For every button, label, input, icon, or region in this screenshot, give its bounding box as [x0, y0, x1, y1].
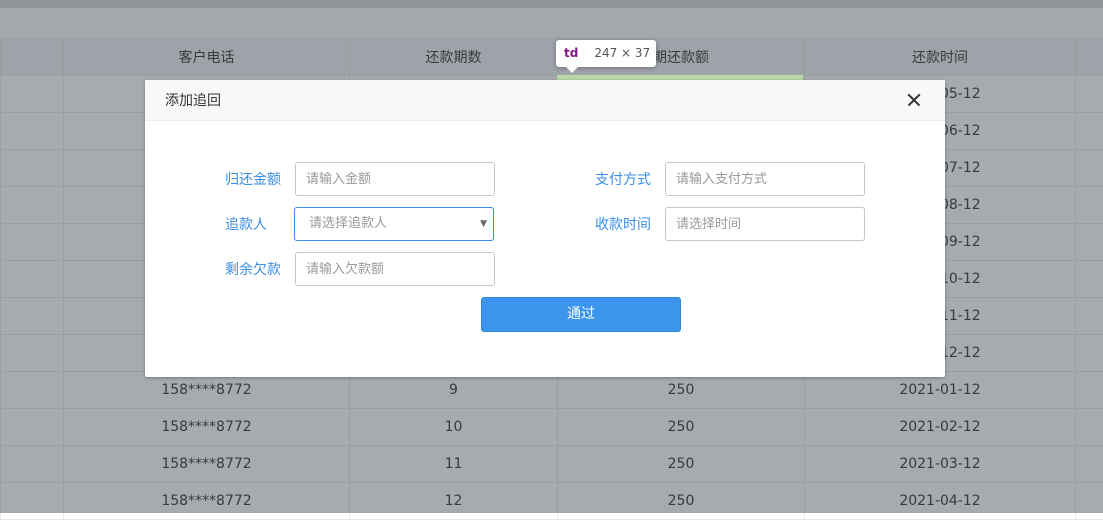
- inspector-tooltip: td 247 × 37: [556, 40, 656, 67]
- receipt-time-label: 收款时间: [595, 208, 651, 242]
- caret-down-icon: ▼: [480, 208, 487, 240]
- collector-label: 追款人: [225, 208, 267, 242]
- submit-button[interactable]: 通过: [481, 297, 681, 332]
- remaining-debt-input[interactable]: [295, 252, 495, 286]
- inspector-dims: 247 × 37: [594, 46, 650, 60]
- dialog-header: 添加追回: [145, 80, 945, 121]
- dialog-title: 添加追回: [165, 90, 221, 110]
- payment-method-input[interactable]: [665, 162, 865, 196]
- collector-select[interactable]: 请选择追款人 ▼: [294, 207, 494, 241]
- remaining-debt-label: 剩余欠款: [225, 253, 281, 287]
- close-icon[interactable]: [907, 93, 921, 107]
- inspector-tag: td: [564, 46, 578, 60]
- payment-method-label: 支付方式: [595, 163, 651, 197]
- receipt-time-input[interactable]: [665, 207, 865, 241]
- collector-placeholder: 请选择追款人: [309, 216, 387, 231]
- return-amount-label: 归还金额: [225, 163, 281, 197]
- return-amount-input[interactable]: [295, 162, 495, 196]
- add-recovery-dialog: 添加追回 归还金额 支付方式 追款人 请选择追款人 ▼ 收款时间 剩余欠款 通过: [145, 80, 945, 377]
